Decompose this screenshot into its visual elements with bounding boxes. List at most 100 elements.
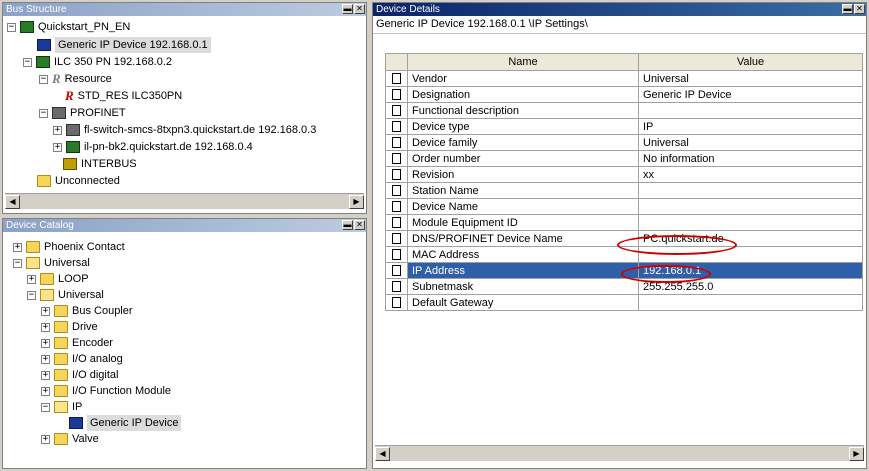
property-value[interactable]: [638, 294, 863, 311]
catalog-item-phoenix-contact[interactable]: + Phoenix Contact: [13, 239, 125, 255]
tree-item-generic-ip-device[interactable]: Generic IP Device 192.168.0.1: [37, 37, 211, 53]
property-value[interactable]: [638, 102, 863, 119]
property-name: Station Name: [407, 182, 639, 199]
table-row[interactable]: Device type IP: [385, 118, 863, 135]
catalog-item-loop[interactable]: + LOOP: [27, 271, 89, 287]
expand-icon[interactable]: +: [41, 322, 50, 332]
scroll-left-button[interactable]: ◀: [5, 194, 20, 209]
table-row[interactable]: Device family Universal: [385, 134, 863, 151]
tree-item-profinet[interactable]: − PROFINET: [39, 105, 126, 121]
collapse-icon[interactable]: −: [41, 402, 50, 412]
bus-structure-tree: − Quickstart_PN_EN Generic IP Device 192…: [3, 16, 366, 189]
property-value[interactable]: [638, 198, 863, 215]
expand-icon[interactable]: +: [41, 434, 50, 444]
property-name: IP Address: [407, 262, 639, 279]
catalog-item-ip[interactable]: − IP: [41, 399, 82, 415]
table-row-selected[interactable]: IP Address 192.168.0.1: [385, 262, 863, 279]
collapse-icon[interactable]: −: [23, 57, 32, 67]
breadcrumb: Generic IP Device 192.168.0.1 \IP Settin…: [373, 16, 866, 34]
property-value[interactable]: Universal: [638, 70, 863, 87]
tree-item-std-res[interactable]: R STD_RES ILC350PN: [65, 88, 182, 104]
collapse-icon[interactable]: −: [27, 290, 36, 300]
ip-device-icon: [69, 417, 83, 429]
minimize-button[interactable]: ▬: [842, 4, 853, 14]
property-value[interactable]: Universal: [638, 134, 863, 151]
table-row[interactable]: Designation Generic IP Device: [385, 86, 863, 103]
catalog-item-io-analog[interactable]: + I/O analog: [41, 351, 123, 367]
catalog-item-encoder[interactable]: + Encoder: [41, 335, 113, 351]
tree-item-il-pn-bk2[interactable]: + il-pn-bk2.quickstart.de 192.168.0.4: [53, 139, 253, 155]
scroll-right-button[interactable]: ▶: [349, 194, 364, 209]
folder-icon: [54, 337, 68, 349]
catalog-item-io-digital[interactable]: + I/O digital: [41, 367, 118, 383]
close-button[interactable]: ✕: [354, 220, 365, 230]
expand-icon[interactable]: +: [41, 306, 50, 316]
expand-icon[interactable]: +: [53, 142, 62, 152]
property-name: Subnetmask: [407, 278, 639, 295]
scroll-left-button[interactable]: ◀: [375, 446, 390, 461]
tree-item-project[interactable]: − Quickstart_PN_EN: [7, 19, 130, 35]
expand-icon[interactable]: +: [53, 125, 62, 135]
close-button[interactable]: ✕: [354, 4, 365, 14]
property-value[interactable]: [638, 182, 863, 199]
table-row[interactable]: Subnetmask 255.255.255.0: [385, 278, 863, 295]
close-button[interactable]: ✕: [854, 4, 865, 14]
property-value[interactable]: xx: [638, 166, 863, 183]
value-column-header[interactable]: Value: [638, 53, 863, 71]
catalog-item-universal-sub[interactable]: − Universal: [27, 287, 104, 303]
table-row[interactable]: Module Equipment ID: [385, 214, 863, 231]
collapse-icon[interactable]: −: [13, 258, 22, 268]
tree-item-ilc350[interactable]: − ILC 350 PN 192.168.0.2: [23, 54, 172, 70]
ip-device-icon: [37, 39, 51, 51]
catalog-item-universal[interactable]: − Universal: [13, 255, 90, 271]
table-row[interactable]: DNS/PROFINET Device Name PC.quickstart.de: [385, 230, 863, 247]
tree-item-unconnected[interactable]: Unconnected: [37, 173, 120, 189]
bus-structure-hscrollbar[interactable]: ◀ ▶: [5, 193, 364, 209]
minimize-button[interactable]: ▬: [342, 220, 353, 230]
name-column-header[interactable]: Name: [407, 53, 639, 71]
catalog-item-generic-ip-device[interactable]: Generic IP Device: [69, 415, 182, 431]
tree-item-resource[interactable]: − R Resource: [39, 71, 112, 87]
catalog-item-drive[interactable]: + Drive: [41, 319, 98, 335]
tree-item-fl-switch[interactable]: + fl-switch-smcs-8txpn3.quickstart.de 19…: [53, 122, 316, 138]
property-value[interactable]: Generic IP Device: [638, 86, 863, 103]
property-name: Functional description: [407, 102, 639, 119]
plc-icon: [36, 56, 50, 68]
minimize-button[interactable]: ▬: [342, 4, 353, 14]
table-row[interactable]: Device Name: [385, 198, 863, 215]
table-row[interactable]: Functional description: [385, 102, 863, 119]
expand-icon[interactable]: +: [41, 386, 50, 396]
expand-icon[interactable]: +: [27, 274, 36, 284]
tree-item-interbus[interactable]: INTERBUS: [63, 156, 137, 172]
table-row[interactable]: Vendor Universal: [385, 70, 863, 87]
property-value[interactable]: 255.255.255.0: [638, 278, 863, 295]
catalog-item-bus-coupler[interactable]: + Bus Coupler: [41, 303, 133, 319]
table-row[interactable]: MAC Address: [385, 246, 863, 263]
property-value[interactable]: No information: [638, 150, 863, 167]
expand-icon[interactable]: +: [41, 370, 50, 380]
catalog-item-io-function-module[interactable]: + I/O Function Module: [41, 383, 171, 399]
document-icon: [392, 185, 401, 197]
property-value[interactable]: IP: [638, 118, 863, 135]
expand-icon[interactable]: +: [41, 354, 50, 364]
table-row[interactable]: Revision xx: [385, 166, 863, 183]
table-row[interactable]: Station Name: [385, 182, 863, 199]
table-row[interactable]: Default Gateway: [385, 294, 863, 311]
catalog-item-valve[interactable]: + Valve: [41, 431, 99, 447]
expand-icon[interactable]: +: [41, 338, 50, 348]
collapse-icon[interactable]: −: [7, 22, 16, 32]
document-icon: [392, 73, 401, 85]
device-details-hscrollbar[interactable]: ◀ ▶: [375, 445, 864, 461]
expand-icon[interactable]: +: [13, 242, 22, 252]
document-icon: [392, 121, 401, 133]
collapse-icon[interactable]: −: [39, 74, 48, 84]
property-value[interactable]: [638, 246, 863, 263]
scroll-right-button[interactable]: ▶: [849, 446, 864, 461]
property-value[interactable]: PC.quickstart.de: [638, 230, 863, 247]
property-value[interactable]: [638, 214, 863, 231]
property-value[interactable]: 192.168.0.1: [638, 262, 863, 279]
table-row[interactable]: Order number No information: [385, 150, 863, 167]
collapse-icon[interactable]: −: [39, 108, 48, 118]
device-catalog-title: Device Catalog: [6, 220, 74, 231]
folder-icon: [40, 273, 54, 285]
